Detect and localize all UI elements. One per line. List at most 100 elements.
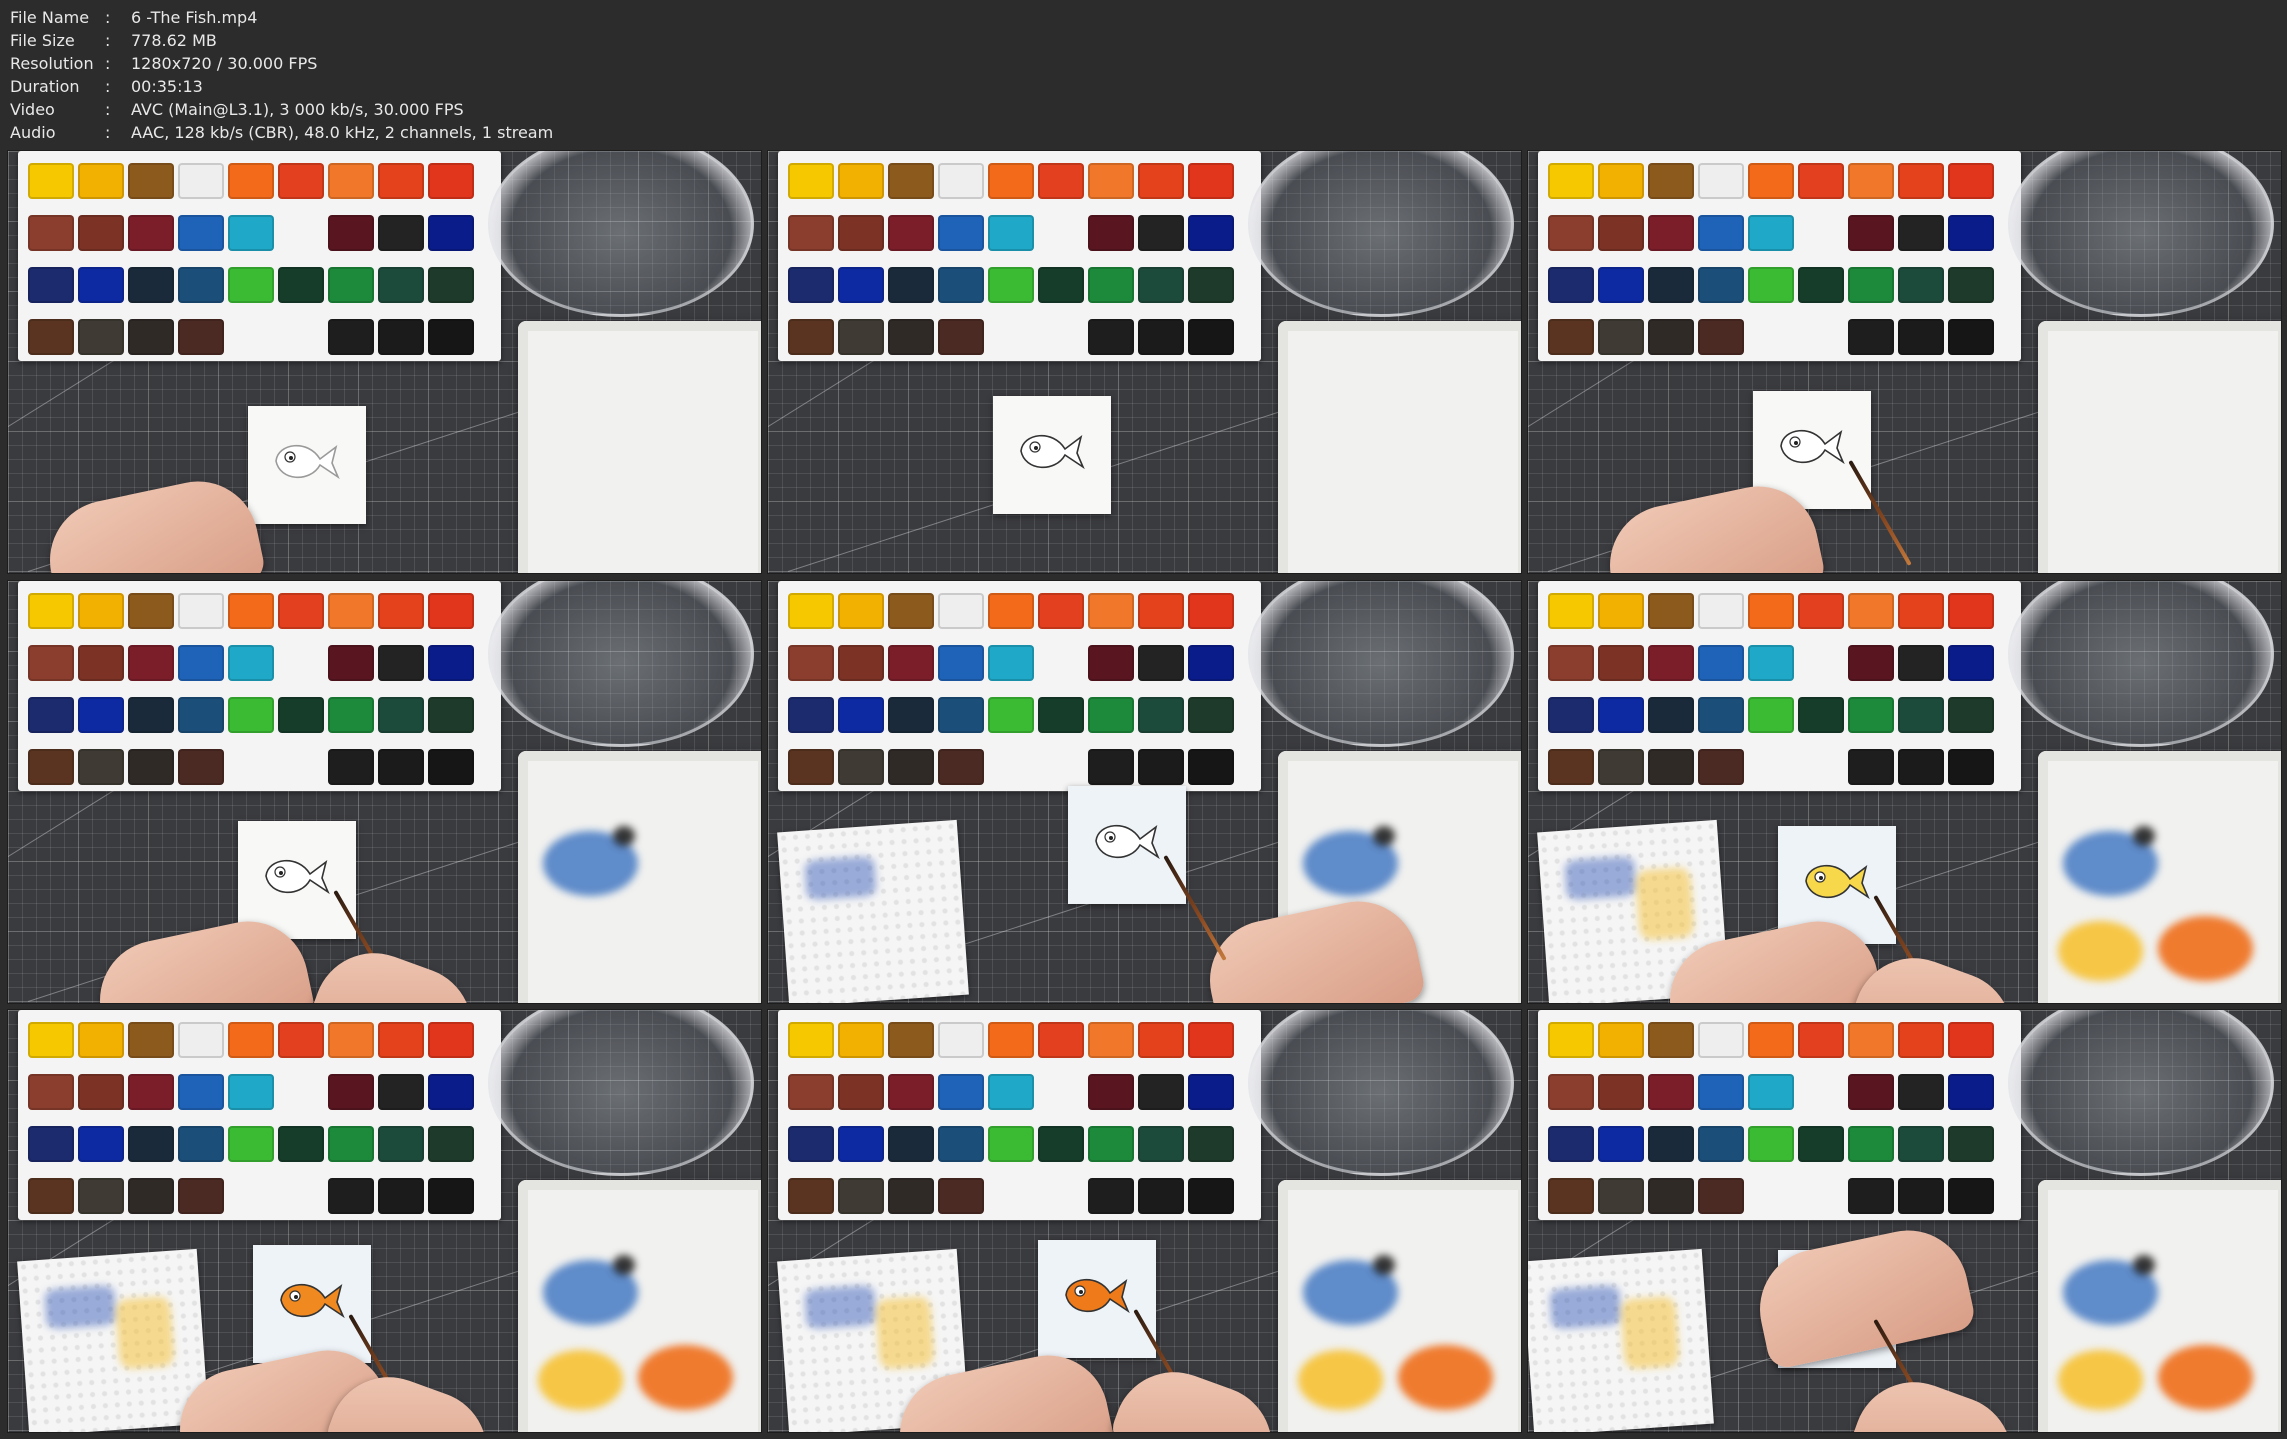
yellow-paint-blob bbox=[2058, 921, 2143, 981]
paint-pan bbox=[78, 697, 124, 733]
paint-pan bbox=[178, 645, 224, 681]
paint-pan bbox=[1798, 593, 1844, 629]
paint-pan bbox=[1088, 215, 1134, 251]
paint-pan bbox=[1598, 749, 1644, 785]
paint-pan bbox=[888, 697, 934, 733]
mixing-tray bbox=[2038, 751, 2281, 1003]
paint-pan bbox=[1698, 1178, 1744, 1214]
paint-pan bbox=[1188, 1074, 1234, 1110]
paint-pan bbox=[428, 267, 474, 303]
paint-pan bbox=[1138, 593, 1184, 629]
paint-pan bbox=[888, 1178, 934, 1214]
paint-pan bbox=[1648, 163, 1694, 199]
paint-pan bbox=[988, 1074, 1034, 1110]
yellow-paint-blob bbox=[538, 1350, 623, 1410]
mixing-tray bbox=[1278, 321, 1521, 573]
paint-pan bbox=[1848, 1178, 1894, 1214]
hand bbox=[1107, 1355, 1289, 1432]
paint-pan bbox=[1948, 215, 1994, 251]
towel-paint-stains bbox=[804, 855, 877, 901]
paint-pan bbox=[78, 1126, 124, 1162]
paint-pan bbox=[328, 319, 374, 355]
paint-pan bbox=[428, 749, 474, 785]
paint-pan bbox=[278, 697, 324, 733]
paint-pan bbox=[1648, 1022, 1694, 1058]
paint-pan bbox=[28, 215, 74, 251]
paint-pan bbox=[1748, 749, 1794, 785]
paint-pan bbox=[988, 1022, 1034, 1058]
paint-pan bbox=[428, 1074, 474, 1110]
paint-pan bbox=[278, 1126, 324, 1162]
palette-row bbox=[788, 1074, 1234, 1110]
paint-pan bbox=[1088, 697, 1134, 733]
paint-pan bbox=[28, 1074, 74, 1110]
fish-icon bbox=[1065, 1278, 1130, 1314]
paint-pan bbox=[1848, 645, 1894, 681]
paint-pan bbox=[938, 593, 984, 629]
file-info-row: Audio: AAC, 128 kb/s (CBR), 48.0 kHz, 2 c… bbox=[10, 121, 553, 144]
orange-paint-blob bbox=[1398, 1345, 1493, 1410]
palette-row bbox=[788, 163, 1234, 199]
paint-pan bbox=[228, 645, 274, 681]
paint-pan bbox=[938, 267, 984, 303]
paint-pan bbox=[178, 319, 224, 355]
paint-pan bbox=[888, 1126, 934, 1162]
paint-pan bbox=[78, 163, 124, 199]
dark-paint-blob bbox=[2133, 826, 2155, 846]
paint-pan bbox=[228, 163, 274, 199]
paper-towel bbox=[1528, 1248, 1714, 1432]
paint-pan bbox=[28, 645, 74, 681]
paint-pan bbox=[1748, 1178, 1794, 1214]
paint-pan bbox=[128, 1178, 174, 1214]
palette-row bbox=[1548, 1074, 1994, 1110]
paint-pan bbox=[788, 1178, 834, 1214]
paint-pan bbox=[378, 267, 424, 303]
palette-row bbox=[1548, 645, 1994, 681]
paint-pan bbox=[128, 319, 174, 355]
file-info-key: Video bbox=[10, 100, 55, 119]
paint-pan bbox=[428, 163, 474, 199]
towel-paint-stains bbox=[44, 1284, 117, 1330]
paint-pan bbox=[328, 697, 374, 733]
palette-row bbox=[28, 593, 474, 629]
watercolor-palette bbox=[18, 581, 501, 791]
palette-row bbox=[788, 1022, 1234, 1058]
palette-row bbox=[28, 1022, 474, 1058]
paint-pan bbox=[228, 1074, 274, 1110]
palette-row bbox=[1548, 593, 1994, 629]
paint-pan bbox=[888, 215, 934, 251]
paint-pan bbox=[888, 749, 934, 785]
video-thumbnail bbox=[1528, 581, 2281, 1003]
paint-pan bbox=[378, 1126, 424, 1162]
paint-pan bbox=[1188, 645, 1234, 681]
paint-pan bbox=[988, 163, 1034, 199]
drawing-paper bbox=[253, 1245, 371, 1363]
paint-pan bbox=[1848, 267, 1894, 303]
hand bbox=[1748, 1219, 1978, 1371]
drawing-paper bbox=[1038, 1240, 1156, 1358]
watercolor-palette bbox=[778, 151, 1261, 361]
yellow-paint-blob bbox=[2058, 1350, 2143, 1410]
paint-pan bbox=[1088, 319, 1134, 355]
watercolor-palette bbox=[1538, 581, 2021, 791]
palette-row bbox=[1548, 267, 1994, 303]
paint-pan bbox=[1698, 267, 1744, 303]
dark-paint-blob bbox=[613, 826, 635, 846]
paint-pan bbox=[28, 697, 74, 733]
video-thumbnail bbox=[1528, 1010, 2281, 1432]
palette-row bbox=[28, 215, 474, 251]
watercolor-palette bbox=[18, 1010, 501, 1220]
paint-pan bbox=[278, 1074, 324, 1110]
paint-pan bbox=[1748, 1126, 1794, 1162]
paint-pan bbox=[428, 645, 474, 681]
paint-pan bbox=[378, 1022, 424, 1058]
fish-icon bbox=[1805, 864, 1870, 900]
paint-pan bbox=[1798, 749, 1844, 785]
paint-pan bbox=[228, 319, 274, 355]
paint-pan bbox=[888, 267, 934, 303]
palette-row bbox=[788, 645, 1234, 681]
mixing-tray bbox=[2038, 321, 2281, 573]
file-info-panel: File Name: 6 -The Fish.mp4 File Size: 778.6… bbox=[10, 6, 553, 144]
paint-pan bbox=[128, 163, 174, 199]
paint-pan bbox=[278, 215, 324, 251]
